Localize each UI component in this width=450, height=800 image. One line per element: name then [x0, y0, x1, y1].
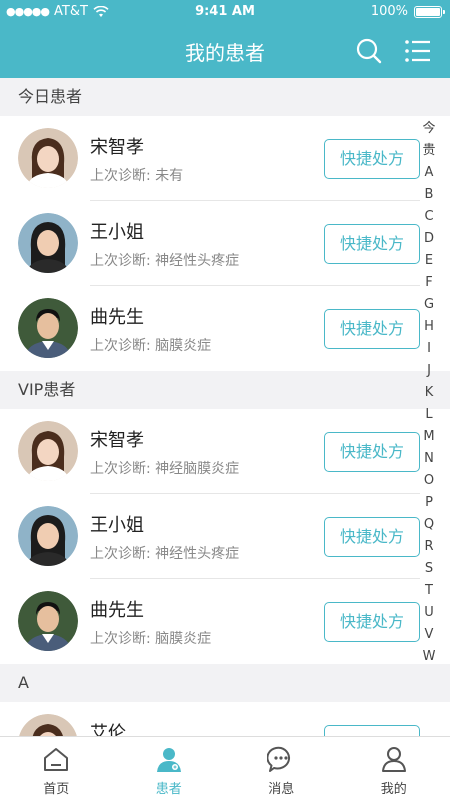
battery-percent: 100%	[370, 4, 408, 19]
last-diagnosis: 上次诊断: 神经性头疼症	[90, 543, 239, 563]
diagnosis-label: 上次诊断:	[90, 168, 151, 184]
tab-patients[interactable]: 患者	[113, 737, 226, 800]
tab-label: 首页	[43, 782, 70, 797]
index-letter[interactable]: O	[424, 470, 434, 492]
index-letter[interactable]: P	[425, 492, 433, 514]
diagnosis-label: 上次诊断:	[90, 338, 151, 354]
avatar	[18, 128, 78, 188]
section-a: 艾伦 快捷处方	[0, 702, 450, 736]
diagnosis-label: 上次诊断:	[90, 631, 151, 647]
alphabet-index[interactable]: 今 贵 A B C D E F G H I J K L M N O P Q R …	[418, 118, 440, 668]
diagnosis-value: 脑膜炎症	[155, 631, 212, 647]
section-header-a: A	[0, 664, 450, 702]
list-menu-icon[interactable]	[404, 37, 432, 65]
index-letter[interactable]: G	[424, 294, 434, 316]
tab-label: 我的	[380, 782, 407, 797]
tab-bar: 首页 患者 消息 我的	[0, 736, 450, 800]
index-letter[interactable]: U	[424, 602, 434, 624]
tab-label: 消息	[268, 782, 295, 797]
index-letter[interactable]: J	[427, 360, 431, 382]
last-diagnosis: 上次诊断: 脑膜炎症	[90, 335, 211, 355]
index-letter[interactable]: F	[425, 272, 432, 294]
patient-name: 宋智孝	[90, 137, 144, 158]
index-letter[interactable]: B	[425, 184, 434, 206]
section-vip: 宋智孝 上次诊断: 神经脑膜炎症 快捷处方 王小姐 上次诊断: 神经性头疼症 快…	[0, 409, 450, 664]
diagnosis-label: 上次诊断:	[90, 461, 151, 477]
tab-profile[interactable]: 我的	[338, 737, 450, 800]
index-letter[interactable]: 贵	[422, 140, 435, 162]
diagnosis-label: 上次诊断:	[90, 253, 151, 269]
index-letter[interactable]: 今	[422, 118, 435, 140]
quick-prescription-button[interactable]: 快捷处方	[324, 517, 420, 557]
avatar	[18, 591, 78, 651]
patient-row[interactable]: 王小姐 上次诊断: 神经性头疼症 快捷处方	[0, 201, 450, 286]
patient-name: 曲先生	[90, 307, 144, 328]
tab-home[interactable]: 首页	[0, 737, 113, 800]
patient-row[interactable]: 曲先生 上次诊断: 脑膜炎症 快捷处方	[0, 286, 450, 371]
patient-name: 宋智孝	[90, 430, 144, 451]
avatar	[18, 506, 78, 566]
quick-prescription-button[interactable]: 快捷处方	[324, 725, 420, 736]
patient-row[interactable]: 曲先生 上次诊断: 脑膜炎症 快捷处方	[0, 579, 450, 664]
index-letter[interactable]: H	[424, 316, 434, 338]
diagnosis-value: 神经脑膜炎症	[155, 461, 240, 477]
last-diagnosis: 上次诊断: 神经性头疼症	[90, 250, 239, 270]
quick-prescription-button[interactable]: 快捷处方	[324, 224, 420, 264]
index-letter[interactable]: A	[425, 162, 434, 184]
quick-prescription-button[interactable]: 快捷处方	[324, 139, 420, 179]
index-letter[interactable]: I	[427, 338, 431, 360]
patient-row[interactable]: 宋智孝 上次诊断: 未有 快捷处方	[0, 116, 450, 201]
patient-row[interactable]: 宋智孝 上次诊断: 神经脑膜炎症 快捷处方	[0, 409, 450, 494]
index-letter[interactable]: R	[424, 536, 433, 558]
quick-prescription-button[interactable]: 快捷处方	[324, 309, 420, 349]
index-letter[interactable]: L	[425, 404, 432, 426]
diagnosis-value: 神经性头疼症	[155, 546, 240, 562]
last-diagnosis: 上次诊断: 脑膜炎症	[90, 628, 211, 648]
diagnosis-label: 上次诊断:	[90, 546, 151, 562]
battery-icon	[414, 5, 445, 18]
avatar	[18, 213, 78, 273]
patient-name: 王小姐	[90, 222, 144, 243]
diagnosis-value: 脑膜炎症	[155, 338, 212, 354]
quick-prescription-button[interactable]: 快捷处方	[324, 432, 420, 472]
message-icon	[267, 746, 291, 772]
index-letter[interactable]: V	[425, 624, 434, 646]
profile-icon	[381, 747, 406, 772]
index-letter[interactable]: D	[424, 228, 434, 250]
index-letter[interactable]: M	[423, 426, 434, 448]
index-letter[interactable]: W	[423, 646, 436, 668]
avatar	[18, 421, 78, 481]
patient-name: 曲先生	[90, 600, 144, 621]
patient-list[interactable]: 今日患者 宋智孝 上次诊断: 未有 快捷处方 王小姐 上次诊断: 神经性头疼症	[0, 78, 450, 736]
quick-prescription-button[interactable]: 快捷处方	[324, 602, 420, 642]
patient-name: 艾伦	[90, 723, 126, 736]
section-today: 宋智孝 上次诊断: 未有 快捷处方 王小姐 上次诊断: 神经性头疼症 快捷处方	[0, 116, 450, 371]
tab-messages[interactable]: 消息	[225, 737, 338, 800]
index-letter[interactable]: T	[425, 580, 433, 602]
patient-row[interactable]: 王小姐 上次诊断: 神经性头疼症 快捷处方	[0, 494, 450, 579]
diagnosis-value: 神经性头疼症	[155, 253, 240, 269]
home-icon	[44, 748, 69, 771]
index-letter[interactable]: C	[424, 206, 433, 228]
last-diagnosis: 上次诊断: 未有	[90, 165, 183, 185]
patient-row[interactable]: 艾伦 快捷处方	[0, 702, 450, 736]
diagnosis-value: 未有	[155, 168, 184, 184]
nav-bar: 我的患者	[0, 24, 450, 78]
patient-name: 王小姐	[90, 515, 144, 536]
tab-label: 患者	[155, 782, 182, 797]
last-diagnosis: 上次诊断: 神经脑膜炎症	[90, 458, 239, 478]
index-letter[interactable]: N	[424, 448, 434, 470]
index-letter[interactable]: Q	[424, 514, 434, 536]
index-letter[interactable]: K	[425, 382, 434, 404]
patient-icon	[156, 748, 181, 772]
avatar	[18, 298, 78, 358]
avatar	[19, 714, 77, 736]
status-bar: ●●●●● AT&T 9:41 AM 100%	[0, 0, 450, 24]
index-letter[interactable]: S	[425, 558, 433, 580]
search-icon[interactable]	[355, 37, 383, 65]
index-letter[interactable]: E	[425, 250, 433, 272]
section-header-vip: VIP患者	[0, 371, 450, 409]
section-header-today: 今日患者	[0, 78, 450, 116]
